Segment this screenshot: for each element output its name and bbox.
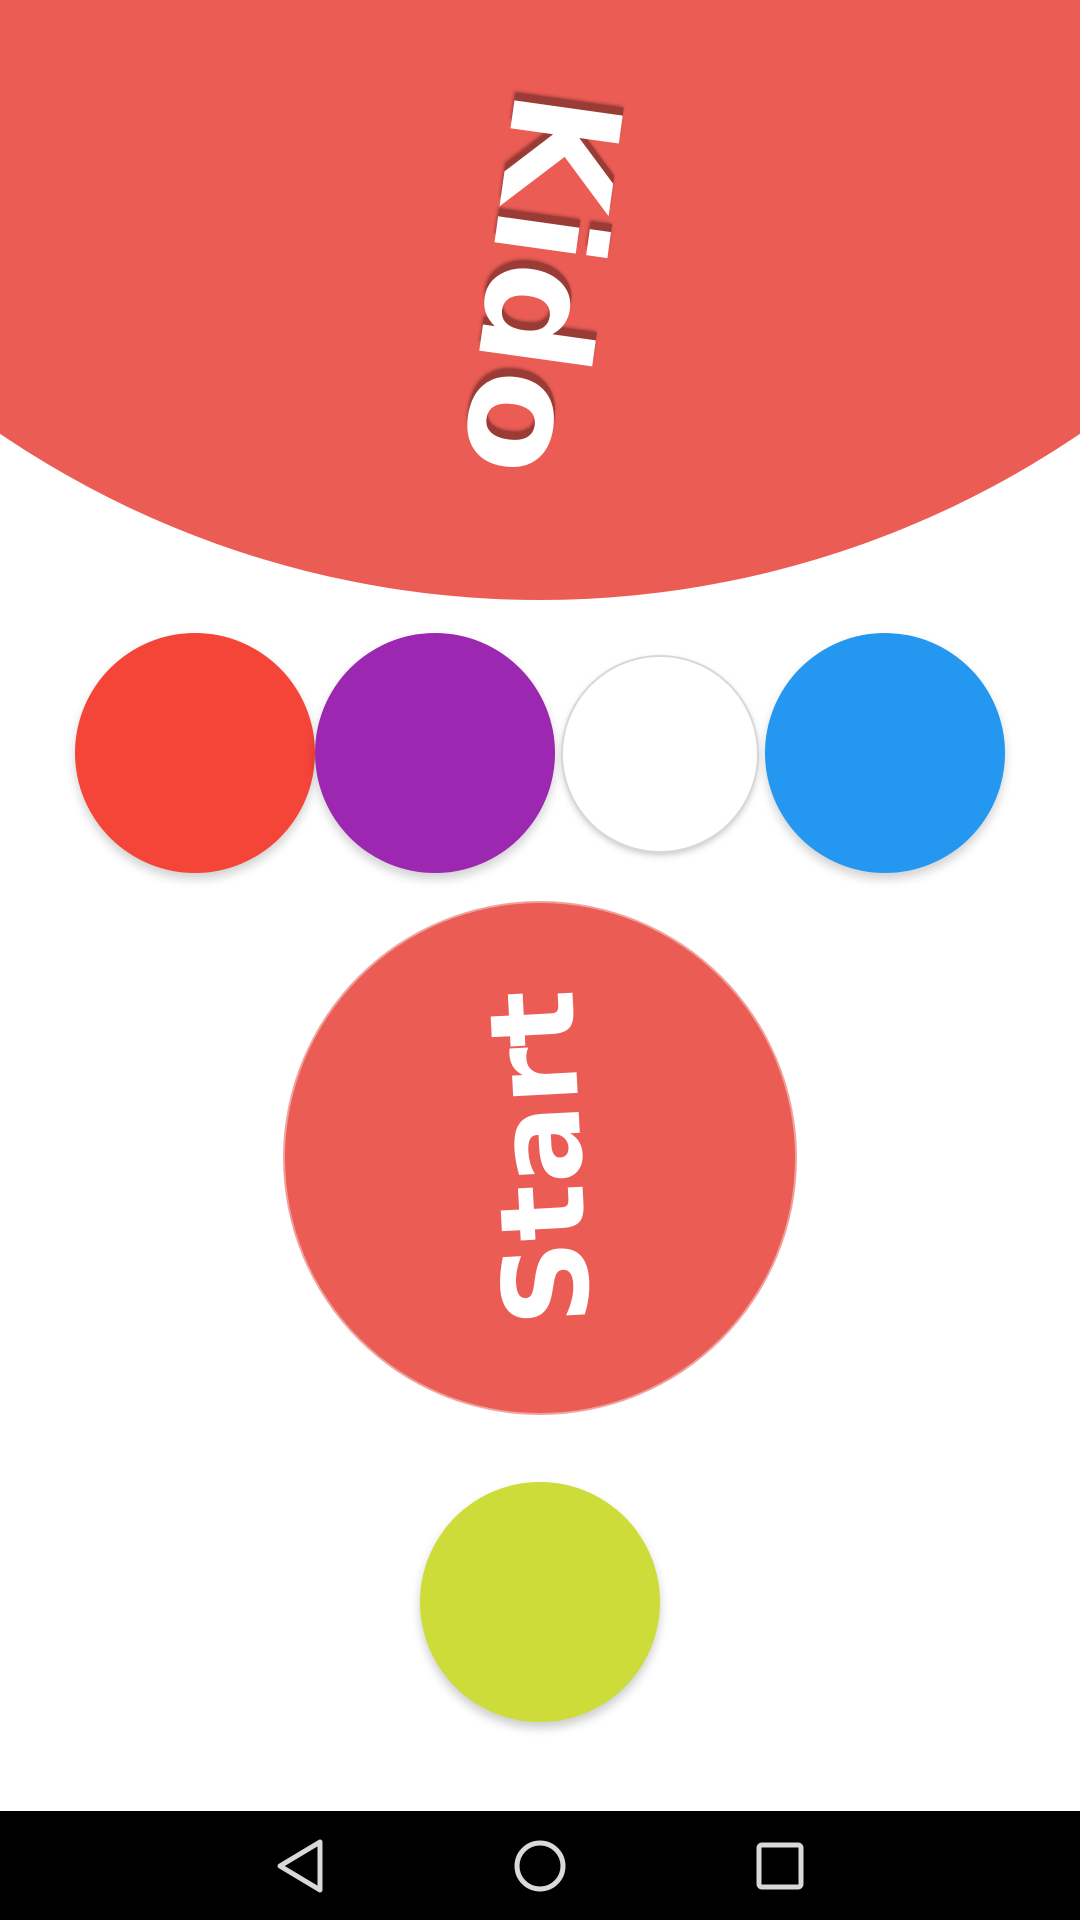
start-button[interactable]: Start: [285, 903, 795, 1413]
color-swatch-red[interactable]: [75, 633, 315, 873]
back-triangle-icon: [277, 1839, 323, 1893]
home-button[interactable]: [505, 1831, 575, 1901]
color-swatch-purple[interactable]: [315, 633, 555, 873]
back-button[interactable]: [265, 1831, 335, 1901]
home-circle-icon: [514, 1840, 566, 1892]
system-navigation-bar: [0, 1811, 1080, 1920]
color-swatch-blue[interactable]: [765, 633, 1005, 873]
lime-circle-button[interactable]: [420, 1482, 660, 1722]
recents-square-icon: [756, 1842, 804, 1890]
recents-button[interactable]: [745, 1831, 815, 1901]
game-screen: Kido Start: [0, 0, 1080, 1920]
color-swatch-white-selected[interactable]: [563, 657, 757, 851]
start-label: Start: [462, 986, 618, 1330]
